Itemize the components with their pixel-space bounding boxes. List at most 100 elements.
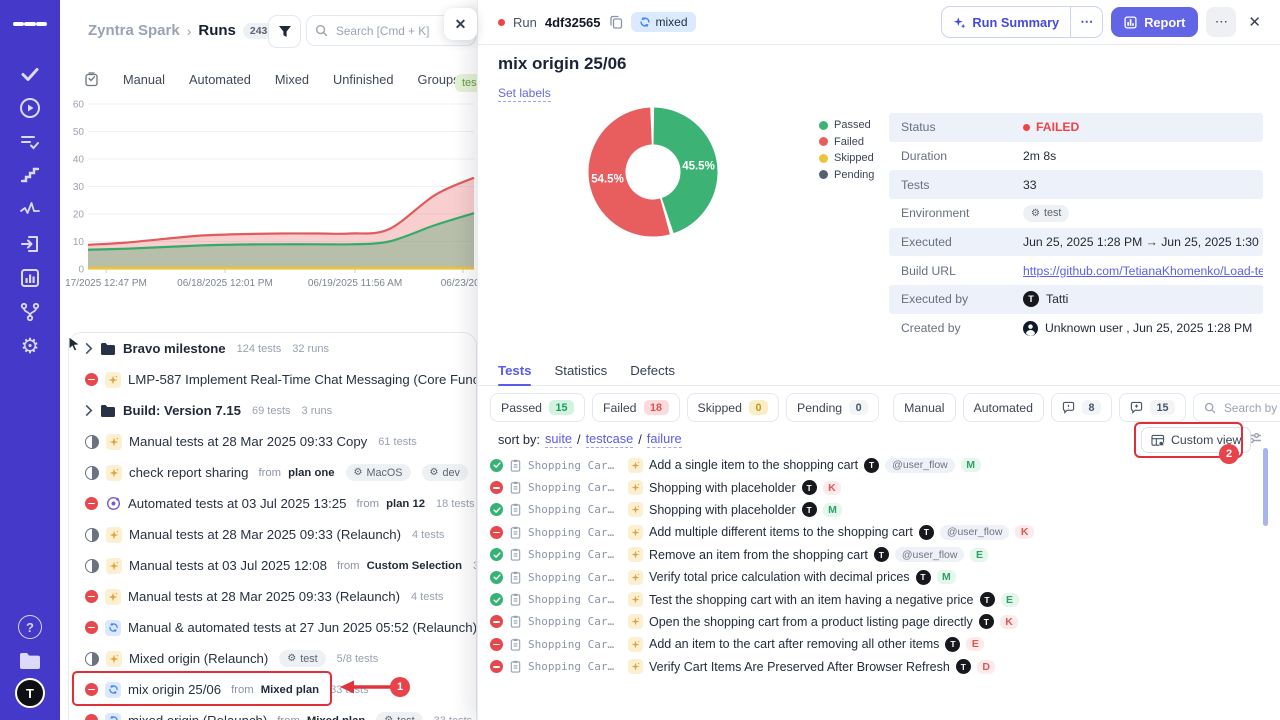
- run-play-icon[interactable]: [13, 91, 47, 125]
- test-title[interactable]: Verify Cart Items Are Preserved After Br…: [649, 660, 950, 674]
- run-list-item[interactable]: mixed origin (Relaunch)fromMixed plan⚙te…: [69, 705, 476, 720]
- sort-label: sort by:: [498, 432, 540, 447]
- sort-by-testcase[interactable]: testcase: [586, 431, 634, 448]
- run-list-item[interactable]: Manual tests at 03 Jul 2025 12:08fromCus…: [69, 550, 476, 581]
- filter-skipped[interactable]: Skipped0: [687, 393, 779, 422]
- run-summary-button[interactable]: Run Summary: [942, 7, 1070, 37]
- menu-icon[interactable]: [13, 7, 47, 41]
- test-title[interactable]: Add a single item to the shopping cart: [649, 458, 858, 472]
- drawer-close-button[interactable]: ✕: [444, 8, 477, 40]
- run-list-item[interactable]: check report sharingfromplan one⚙MacOS⚙d…: [69, 457, 476, 488]
- breadcrumb-section[interactable]: Runs: [198, 22, 236, 39]
- manual-test-icon: [628, 480, 643, 495]
- activity-icon[interactable]: [13, 193, 47, 227]
- more-actions-button[interactable]: ⋯: [1206, 7, 1236, 37]
- settings-gear-icon[interactable]: ⚙: [13, 329, 47, 363]
- test-title[interactable]: Verify total price calculation with deci…: [649, 570, 910, 584]
- chevron-right-icon[interactable]: [85, 343, 93, 354]
- sort-by-suite[interactable]: suite: [545, 431, 572, 448]
- clipboard-icon: [509, 638, 522, 651]
- chevron-right-icon[interactable]: [85, 405, 93, 416]
- copy-icon[interactable]: [609, 15, 623, 29]
- run-plan-name[interactable]: plan 12: [386, 498, 425, 510]
- report-button[interactable]: Report: [1111, 7, 1198, 37]
- steps-icon[interactable]: [13, 159, 47, 193]
- tab-defects[interactable]: Defects: [630, 356, 675, 385]
- run-summary-more-button[interactable]: ⋯: [1070, 7, 1102, 37]
- run-meta: 3 runs: [302, 405, 333, 417]
- list-check-icon[interactable]: [13, 125, 47, 159]
- runs-tab-automated[interactable]: Automated: [189, 72, 251, 87]
- close-icon[interactable]: ✕: [1244, 11, 1265, 33]
- scrollbar-thumb[interactable]: [1263, 448, 1268, 526]
- runs-tab-groups[interactable]: Groups: [418, 72, 460, 87]
- filter-automated[interactable]: Automated: [963, 393, 1044, 422]
- test-row[interactable]: Shopping Cart @sm… Open the shopping cart…: [490, 611, 1261, 633]
- tab-statistics[interactable]: Statistics: [554, 356, 607, 385]
- test-row[interactable]: Shopping Cart @sm…Remove an item from th…: [490, 544, 1261, 566]
- run-list-item[interactable]: Manual tests at 28 Mar 2025 09:33 (Relau…: [69, 519, 476, 550]
- run-list-item[interactable]: Mixed origin (Relaunch)⚙test5/8 tests: [69, 643, 476, 674]
- set-labels-link[interactable]: Set labels: [498, 86, 551, 102]
- filter-passed[interactable]: Passed15: [490, 393, 585, 422]
- run-list-item[interactable]: Manual & automated tests at 27 Jun 2025 …: [69, 612, 476, 643]
- test-title[interactable]: Open the shopping cart from a product li…: [649, 615, 973, 629]
- runs-tab-manual[interactable]: Manual: [123, 72, 165, 87]
- branch-icon[interactable]: [13, 295, 47, 329]
- tests-search-input[interactable]: [1222, 400, 1280, 416]
- run-list-item[interactable]: Manual tests at 28 Mar 2025 09:33 (Relau…: [69, 581, 476, 612]
- filter-failed[interactable]: Failed18: [592, 393, 680, 422]
- run-plan-name[interactable]: plan one: [288, 467, 334, 479]
- test-row[interactable]: Shopping Cart @sm…Verify total price cal…: [490, 566, 1261, 588]
- x-tick: 17/2025 12:47 PM: [65, 278, 147, 289]
- filter-pending[interactable]: Pending0: [786, 393, 879, 422]
- runs-tab-unfinished[interactable]: Unfinished: [333, 72, 393, 87]
- bar-chart-icon[interactable]: [13, 261, 47, 295]
- filter-button[interactable]: [268, 15, 301, 48]
- test-title[interactable]: Add an item to the cart after removing a…: [649, 637, 939, 651]
- build-url-link[interactable]: https://github.com/TetianaKhomenko/Load-…: [1023, 264, 1263, 278]
- test-row[interactable]: Shopping Cart @sm…Add multiple different…: [490, 521, 1261, 543]
- test-suite: Shopping Cart @sm…: [528, 615, 620, 628]
- breadcrumb-project[interactable]: Zyntra Spark: [88, 22, 180, 39]
- search-icon: [1204, 402, 1216, 414]
- test-title[interactable]: Test the shopping cart with an item havi…: [649, 593, 974, 607]
- filter-comment-plus[interactable]: 15: [1119, 393, 1186, 422]
- test-title[interactable]: Add multiple different items to the shop…: [649, 525, 913, 539]
- user-avatar[interactable]: T: [15, 678, 45, 708]
- runs-tab-mixed[interactable]: Mixed: [275, 72, 309, 87]
- test-row[interactable]: Shopping Cart @sm…Add an item to the car…: [490, 633, 1261, 655]
- check-icon[interactable]: [13, 57, 47, 91]
- filter-comment[interactable]: 8: [1051, 393, 1112, 422]
- sort-by-failure[interactable]: failure: [647, 431, 682, 448]
- run-list-item[interactable]: Manual tests at 28 Mar 2025 09:33 Copy61…: [69, 426, 476, 457]
- folder-nav-icon[interactable]: [13, 644, 47, 678]
- runs-search-input[interactable]: [334, 23, 448, 39]
- run-list-item[interactable]: Automated tests at 03 Jul 2025 13:25from…: [69, 488, 476, 519]
- help-icon[interactable]: ?: [13, 610, 47, 644]
- run-title: LMP-587 Implement Real-Time Chat Messagi…: [128, 372, 476, 387]
- run-plan-name[interactable]: Custom Selection: [367, 560, 462, 572]
- test-row[interactable]: Shopping Cart @sm…Test the shopping cart…: [490, 588, 1261, 610]
- run-title: Build: Version 7.15: [123, 403, 241, 418]
- sign-in-icon[interactable]: [13, 227, 47, 261]
- run-meta: 5/8 tests: [337, 653, 379, 665]
- test-row[interactable]: Shopping Cart @sm…Shopping with placehol…: [490, 499, 1261, 521]
- test-title[interactable]: Shopping with placeholder: [649, 503, 796, 517]
- tests-search[interactable]: [1193, 393, 1280, 422]
- filter-count: 0: [849, 400, 868, 415]
- test-passed-icon: [490, 503, 503, 516]
- info-row: Created byUnknown user , Jun 25, 2025 1:…: [889, 314, 1263, 343]
- test-title[interactable]: Shopping with placeholder: [649, 481, 796, 495]
- test-row[interactable]: Shopping Cart @sm…Verify Cart Items Are …: [490, 656, 1261, 678]
- tab-tests[interactable]: Tests: [498, 356, 531, 385]
- test-row[interactable]: Shopping Cart @sm…Shopping with placehol…: [490, 476, 1261, 498]
- run-list-item[interactable]: Build: Version 7.1569 tests3 runs: [69, 395, 476, 426]
- filter-manual[interactable]: Manual: [893, 393, 955, 422]
- env-badge[interactable]: tes: [455, 74, 477, 92]
- run-list-item[interactable]: Bravo milestone124 tests32 runs: [69, 333, 476, 364]
- run-plan-name[interactable]: Mixed plan: [307, 715, 365, 720]
- test-title[interactable]: Remove an item from the shopping cart: [649, 548, 868, 562]
- run-list-item[interactable]: LMP-587 Implement Real-Time Chat Messagi…: [69, 364, 476, 395]
- test-filters: Passed15Failed18Skipped0Pending0 Manual Au…: [490, 394, 1267, 421]
